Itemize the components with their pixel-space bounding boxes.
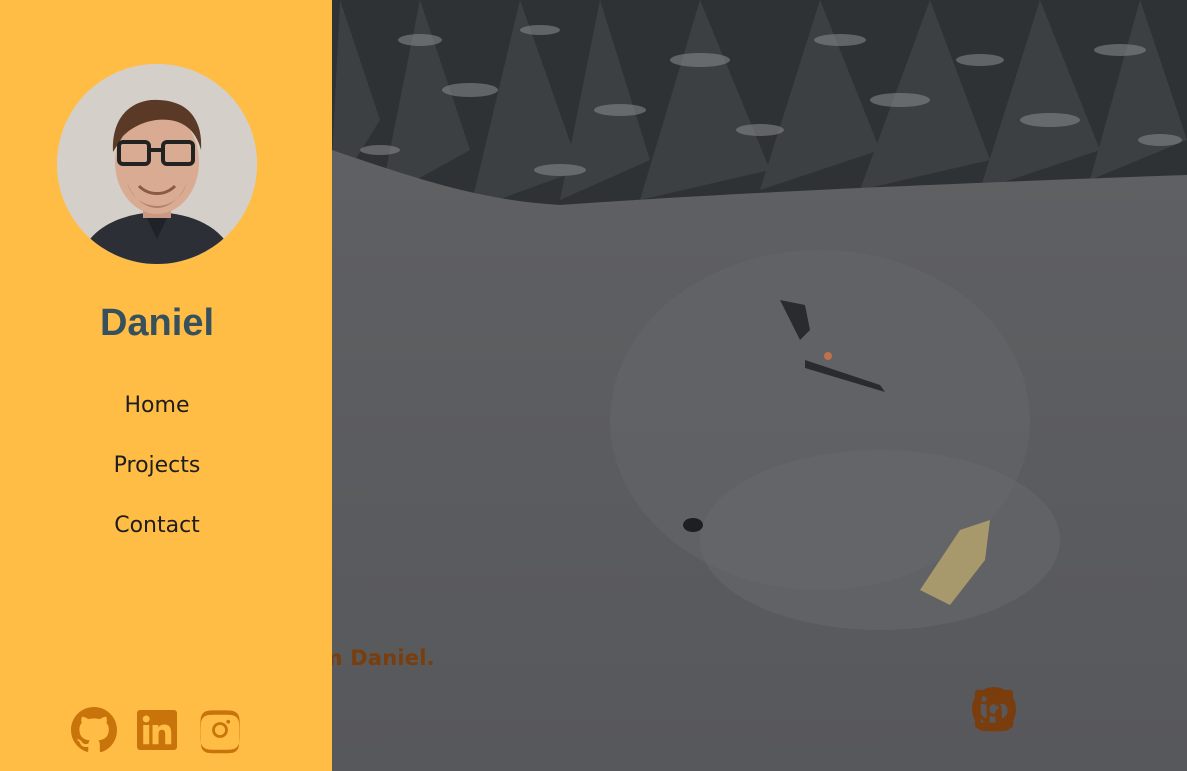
sidebar: Daniel Home Projects Contact: [0, 0, 332, 771]
instagram-link[interactable]: [196, 706, 242, 754]
instagram-icon: [975, 690, 1013, 732]
linkedin-link[interactable]: [133, 706, 179, 752]
linkedin-icon: [137, 710, 177, 750]
sidebar-social-links: [70, 706, 242, 754]
github-link[interactable]: [70, 706, 118, 753]
site-name[interactable]: Daniel: [0, 302, 314, 345]
nav-item-home[interactable]: Home: [0, 388, 314, 448]
hero-social-links: [971, 686, 1145, 732]
profile-photo: [57, 64, 257, 264]
nav-item-contact[interactable]: Contact: [0, 508, 314, 568]
instagram-icon: [200, 710, 240, 754]
instagram-link[interactable]: [975, 686, 1145, 732]
github-icon: [70, 707, 118, 753]
linkedin-link[interactable]: [974, 686, 1081, 732]
main-nav: Home Projects Contact: [0, 388, 314, 568]
nav-item-projects[interactable]: Projects: [0, 448, 314, 508]
avatar: [57, 64, 257, 264]
